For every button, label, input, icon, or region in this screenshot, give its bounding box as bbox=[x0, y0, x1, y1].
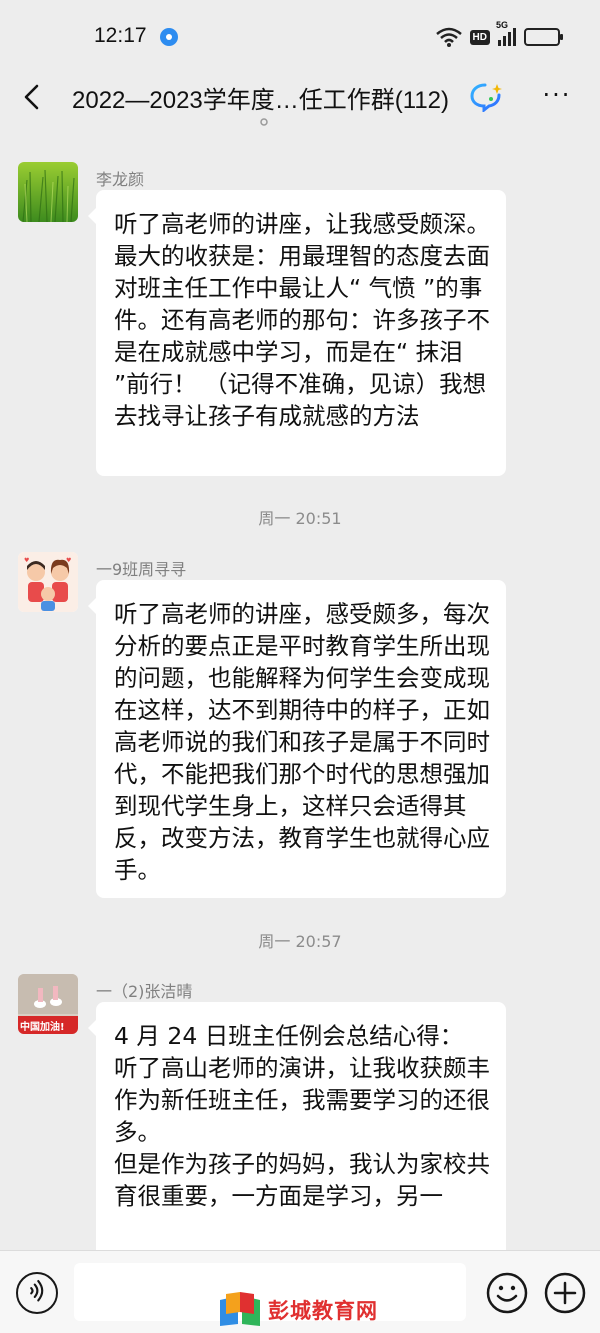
avatar-badge: 中国加油! bbox=[20, 1022, 65, 1033]
message-bubble[interactable]: 听了高老师的讲座，感受颇多，每次分析的要点正是平时教育学生所出现的问题，也能解释… bbox=[88, 580, 506, 898]
voice-button[interactable] bbox=[16, 1272, 58, 1314]
avatar[interactable]: ♥ ♥ bbox=[18, 552, 78, 612]
chevron-left-icon bbox=[24, 84, 39, 110]
book-logo-icon bbox=[220, 1292, 260, 1326]
message-text: 4 月 24 日班主任例会总结心得： 听了高山老师的演讲，让我收获颇丰 作为新任… bbox=[114, 1022, 490, 1210]
plus-button[interactable] bbox=[544, 1272, 586, 1314]
status-time: 12:17 bbox=[94, 24, 147, 47]
battery-icon bbox=[524, 28, 563, 46]
grass-avatar-icon bbox=[18, 162, 78, 222]
cellular-signal-icon: 5G bbox=[496, 20, 516, 46]
cartoon-family-avatar-icon: ♥ ♥ bbox=[18, 552, 78, 612]
voice-icon bbox=[30, 1279, 44, 1302]
message-timestamp: 周一 20:57 bbox=[258, 932, 342, 951]
more-options-button[interactable]: ··· bbox=[540, 83, 574, 110]
watermark-text: 彭城教育网 bbox=[268, 1299, 378, 1323]
chat-header: 2022—2023学年度…任工作群(112) ··· bbox=[0, 74, 600, 120]
svg-text:♥: ♥ bbox=[66, 557, 71, 564]
message-bubble[interactable]: 听了高老师的讲座，让我感受颇深。最大的收获是：用最理智的态度去面对班主任工作中最… bbox=[88, 190, 506, 476]
ai-assistant-icon[interactable] bbox=[470, 82, 504, 112]
status-bar: 12:17 HD 5G bbox=[0, 0, 600, 74]
avatar[interactable]: 中国加油! bbox=[18, 974, 78, 1034]
message-bubble[interactable]: 4 月 24 日班主任例会总结心得： 听了高山老师的演讲，让我收获颇丰 作为新任… bbox=[88, 1002, 506, 1262]
back-button[interactable] bbox=[18, 82, 48, 112]
avatar[interactable] bbox=[18, 162, 78, 222]
status-icons: HD 5G bbox=[435, 20, 563, 48]
message-timestamp: 周一 20:51 bbox=[258, 509, 342, 528]
scroll-fragment-icon bbox=[260, 118, 268, 126]
location-indicator-icon bbox=[160, 28, 178, 46]
message-text: 听了高老师的讲座，让我感受颇深。最大的收获是：用最理智的态度去面对班主任工作中最… bbox=[114, 210, 490, 430]
sender-name: 李龙颜 bbox=[96, 170, 145, 189]
chat-title[interactable]: 2022—2023学年度…任工作群(112) bbox=[72, 80, 449, 115]
watermark: 彭城教育网 bbox=[218, 1290, 378, 1330]
network-type-label: 5G bbox=[496, 20, 509, 30]
hd-badge: HD bbox=[469, 29, 490, 45]
wifi-icon bbox=[435, 27, 462, 47]
message-text: 听了高老师的讲座，感受颇多，每次分析的要点正是平时教育学生所出现的问题，也能解释… bbox=[114, 600, 490, 884]
emoji-button[interactable] bbox=[486, 1272, 528, 1314]
sender-name: 一9班周寻寻 bbox=[96, 560, 187, 579]
sender-name: 一（2)张洁晴 bbox=[96, 982, 193, 1001]
svg-text:♥: ♥ bbox=[24, 557, 29, 564]
